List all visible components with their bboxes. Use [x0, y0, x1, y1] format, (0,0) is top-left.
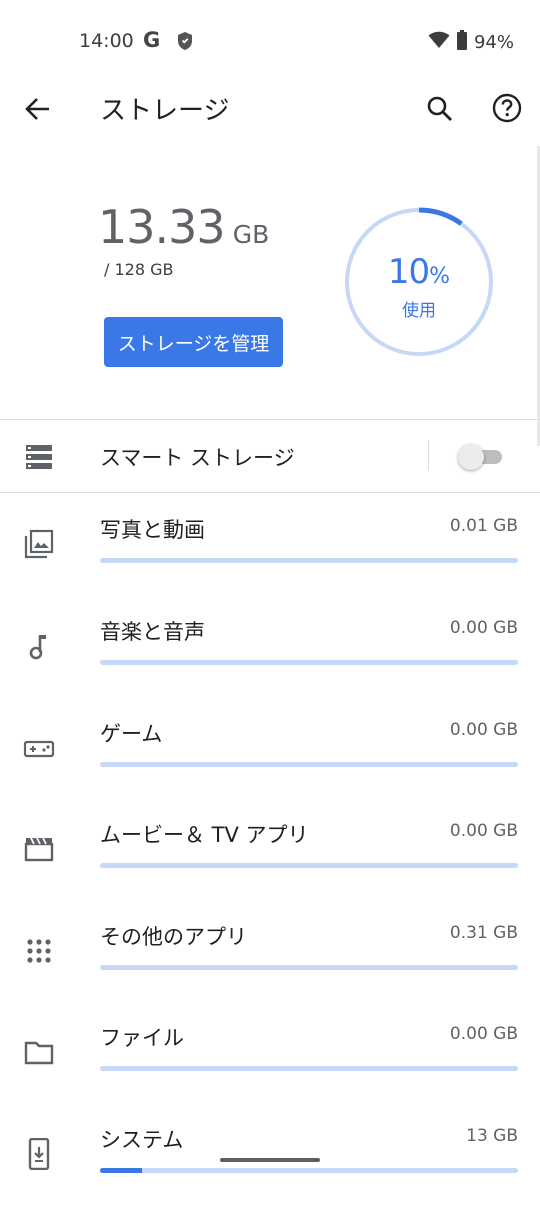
folder-icon [23, 1036, 55, 1068]
help-icon [492, 93, 522, 123]
shield-icon [176, 31, 194, 55]
usage-percent-sign: % [429, 264, 451, 289]
storage-summary: 13.33 GB / 128 GB ストレージを管理 10% 使用 [0, 140, 540, 420]
category-size: 0.00 GB [449, 720, 518, 740]
toggle-knob [458, 444, 484, 470]
category-row-system[interactable]: システム 13 GB [0, 1106, 540, 1208]
category-row-files[interactable]: ファイル 0.00 GB [0, 1004, 540, 1106]
category-row-movies[interactable]: ムービー＆ TV アプリ 0.00 GB [0, 801, 540, 903]
search-button[interactable] [424, 93, 456, 125]
back-button[interactable] [22, 93, 54, 125]
category-usage-bar [100, 1168, 518, 1173]
category-size: 13 GB [466, 1126, 518, 1146]
total-capacity: / 128 GB [104, 260, 174, 279]
category-name: その他のアプリ [100, 925, 247, 949]
category-usage-bar [100, 1066, 518, 1071]
gesture-nav-handle[interactable] [220, 1158, 320, 1162]
usage-label: 使用 [402, 301, 436, 321]
battery-icon [456, 30, 468, 55]
storage-stack-icon [26, 445, 52, 473]
manage-storage-button[interactable]: ストレージを管理 [104, 317, 283, 367]
back-arrow-icon [25, 98, 49, 120]
usage-percent: 10% [343, 252, 495, 292]
used-amount: 13.33 GB [98, 200, 269, 254]
category-size: 0.01 GB [449, 516, 518, 536]
category-row-music[interactable]: 音楽と音声 0.00 GB [0, 598, 540, 700]
status-bar: 14:00 G 94% [0, 0, 540, 84]
category-name: システム [100, 1128, 184, 1152]
smart-storage-toggle[interactable] [458, 444, 504, 470]
wifi-icon [428, 31, 450, 54]
apps-grid-icon [23, 935, 55, 967]
usage-percent-number: 10 [387, 252, 430, 292]
category-row-other-apps[interactable]: その他のアプリ 0.31 GB [0, 903, 540, 1005]
photos-icon [23, 528, 55, 560]
category-size: 0.31 GB [449, 923, 518, 943]
smart-storage-row[interactable]: スマート ストレージ [0, 420, 540, 492]
app-bar: ストレージ [0, 84, 540, 130]
category-usage-bar [100, 965, 518, 970]
movie-clapper-icon [23, 833, 55, 865]
category-row-games[interactable]: ゲーム 0.00 GB [0, 700, 540, 802]
search-icon [427, 96, 452, 121]
category-name: ゲーム [100, 722, 163, 746]
category-size: 0.00 GB [449, 618, 518, 638]
google-g-icon: G [143, 28, 161, 52]
category-usage-fill [100, 1168, 142, 1173]
gamepad-icon [23, 732, 55, 764]
divider [0, 492, 540, 493]
category-usage-bar [100, 762, 518, 767]
status-time: 14:00 [79, 30, 134, 52]
smart-storage-label: スマート ストレージ [100, 446, 295, 470]
category-usage-bar [100, 863, 518, 868]
category-size: 0.00 GB [449, 821, 518, 841]
battery-percent: 94% [473, 32, 514, 53]
music-note-icon [23, 630, 55, 662]
category-name: 写真と動画 [100, 518, 205, 542]
vertical-divider [428, 440, 429, 470]
help-button[interactable] [490, 91, 524, 125]
used-value: 13.33 [98, 200, 226, 254]
category-name: ファイル [100, 1026, 184, 1050]
category-row-photos[interactable]: 写真と動画 0.01 GB [0, 496, 540, 598]
system-phone-icon [23, 1137, 55, 1171]
used-unit: GB [232, 220, 270, 249]
category-usage-bar [100, 558, 518, 563]
category-usage-bar [100, 660, 518, 665]
status-right-group: 94% [428, 30, 514, 55]
category-size: 0.00 GB [449, 1024, 518, 1044]
category-name: ムービー＆ TV アプリ [100, 823, 309, 847]
page-title: ストレージ [100, 96, 230, 126]
category-name: 音楽と音声 [100, 620, 205, 644]
